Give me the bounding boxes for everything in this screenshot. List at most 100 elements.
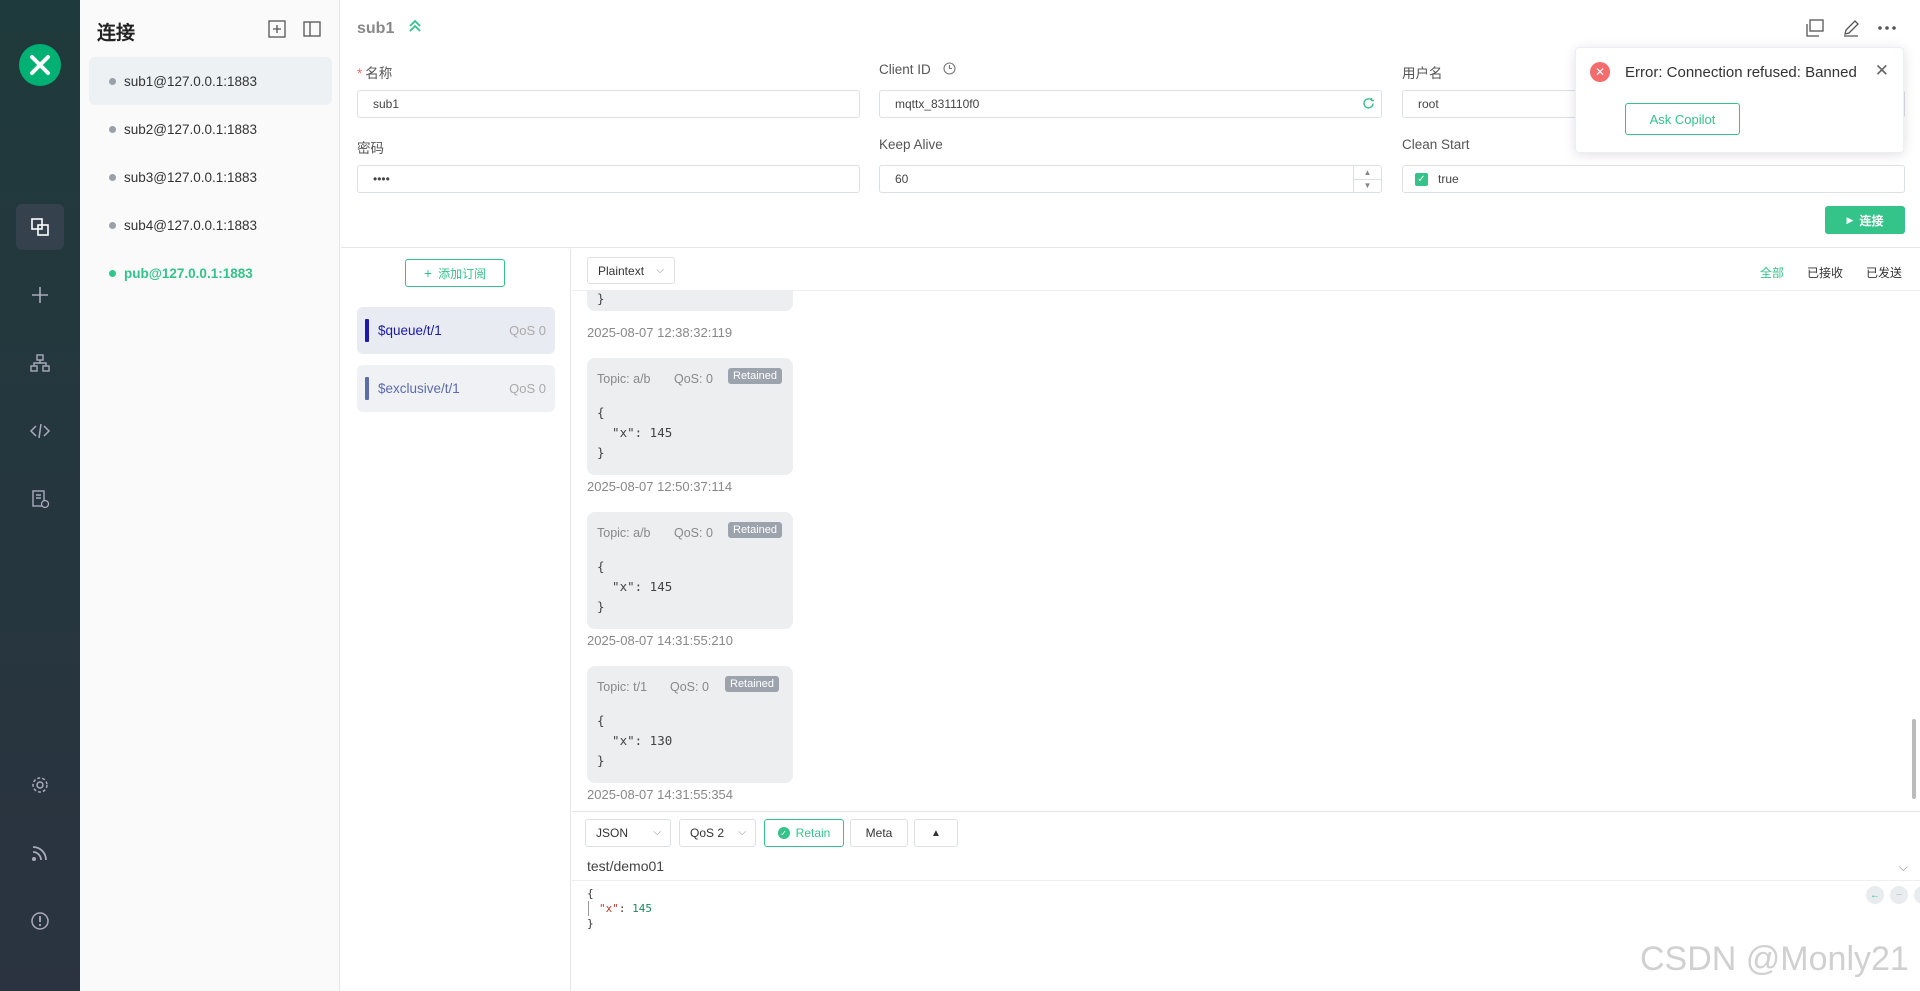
- publish-topic-input[interactable]: test/demo01: [587, 858, 664, 874]
- connections-icon[interactable]: [16, 204, 64, 250]
- retained-badge: Retained: [728, 522, 783, 538]
- keep-alive-field[interactable]: 60 ▲ ▼: [879, 165, 1382, 193]
- subscription-color-bar: [365, 319, 369, 342]
- meta-button[interactable]: Meta: [850, 819, 908, 847]
- expand-up-button[interactable]: ▲: [914, 819, 958, 847]
- message-bubble: Topic: a/b QoS: 0 Retained { "x": 145 }: [587, 358, 793, 475]
- connect-button[interactable]: ▶ 连接: [1825, 206, 1905, 234]
- more-options-icon[interactable]: [1877, 19, 1897, 40]
- connection-list-panel: 连接 sub1@127.0.0.1:1883 sub2@127.0.0.1:18…: [80, 0, 340, 991]
- history-reset-icon[interactable]: −: [1890, 886, 1908, 904]
- increment-icon[interactable]: ▲: [1354, 166, 1381, 180]
- message-list-panel: Plaintext ⌵ 全部 已接收 已发送 } 2025-08-07 12:38…: [572, 249, 1920, 811]
- clean-start-value: true: [1438, 172, 1459, 186]
- retained-badge: Retained: [728, 368, 783, 384]
- connection-list-title: 连接: [97, 23, 136, 44]
- message-topic: Topic: a/b: [597, 526, 651, 540]
- subscription-qos: QoS 0: [509, 381, 546, 396]
- message-timestamp: 2025-08-07 14:31:55:210: [587, 633, 734, 648]
- message-payload: { "x": 130 }: [597, 713, 673, 768]
- message-topic: Topic: a/b: [597, 372, 651, 386]
- toggle-sidebar-icon[interactable]: [303, 20, 321, 41]
- connection-item-sub1[interactable]: sub1@127.0.0.1:1883: [89, 57, 332, 105]
- topology-icon[interactable]: [16, 340, 64, 386]
- connection-item-pub[interactable]: pub@127.0.0.1:1883: [89, 249, 332, 297]
- decrement-icon[interactable]: ▼: [1354, 180, 1381, 193]
- add-subscription-button[interactable]: + 添加订阅: [405, 259, 505, 287]
- error-message: Error: Connection refused: Banned: [1625, 64, 1857, 81]
- connection-item-sub4[interactable]: sub4@127.0.0.1:1883: [89, 201, 332, 249]
- status-dot: [109, 77, 116, 85]
- subscription-item[interactable]: $queue/t/1 QoS 0: [357, 307, 555, 354]
- message-timestamp: 2025-08-07 14:31:55:354: [587, 787, 734, 802]
- filter-received[interactable]: 已接收: [1807, 264, 1843, 281]
- close-icon[interactable]: ✕: [1875, 61, 1889, 81]
- chevron-down-icon: ⌵: [656, 265, 664, 276]
- payload-format-select[interactable]: JSON ⌵: [585, 819, 671, 847]
- status-dot: [109, 269, 116, 277]
- name-label-text: 名称: [365, 66, 393, 81]
- about-info-icon[interactable]: [16, 898, 64, 944]
- message-bubble: Topic: t/1 QoS: 0 Retained { "x": 130 }: [587, 666, 793, 783]
- clock-icon[interactable]: [942, 62, 956, 78]
- client-id-label-text: Client ID: [879, 62, 931, 77]
- script-code-icon[interactable]: [16, 408, 64, 454]
- password-field[interactable]: ••••: [357, 165, 860, 193]
- settings-gear-icon[interactable]: [16, 762, 64, 808]
- clean-start-label: Clean Start: [1402, 137, 1470, 152]
- history-forward-icon[interactable]: →: [1914, 886, 1920, 904]
- new-connection-icon[interactable]: [16, 272, 64, 318]
- payload-format-value: JSON: [596, 826, 629, 840]
- connect-button-label: 连接: [1859, 213, 1884, 228]
- payload-line: }: [587, 916, 652, 931]
- username-value: root: [1418, 97, 1439, 111]
- message-qos: QoS: 0: [674, 526, 713, 540]
- password-label: 密码: [357, 141, 384, 156]
- subscription-item[interactable]: $exclusive/t/1 QoS 0: [357, 365, 555, 412]
- message-scrollbar[interactable]: [1912, 719, 1916, 799]
- clean-start-field[interactable]: ✓ true: [1402, 165, 1905, 193]
- payload-close: }: [587, 917, 594, 930]
- publish-qos-select[interactable]: QoS 2 ⌵: [679, 819, 756, 847]
- name-label: * 名称: [357, 62, 392, 82]
- add-connection-icon[interactable]: [268, 20, 286, 41]
- payload-sep: :: [618, 902, 633, 915]
- connection-item-sub2[interactable]: sub2@127.0.0.1:1883: [89, 105, 332, 153]
- connection-item-sub3[interactable]: sub3@127.0.0.1:1883: [89, 153, 332, 201]
- new-window-icon[interactable]: [1806, 19, 1824, 40]
- payload-key: "x": [599, 902, 619, 915]
- payload-line: "x": 145: [588, 901, 652, 916]
- payload-open: {: [587, 887, 594, 900]
- subscription-topic: $queue/t/1: [378, 323, 442, 338]
- refresh-icon[interactable]: [1362, 97, 1375, 113]
- subscription-qos: QoS 0: [509, 323, 546, 338]
- history-back-icon[interactable]: ←: [1866, 886, 1884, 904]
- filter-all[interactable]: 全部: [1760, 264, 1784, 281]
- status-dot: [109, 173, 116, 181]
- chevron-down-icon: ⌵: [653, 827, 661, 838]
- plus-icon: +: [423, 265, 433, 281]
- caret-up-icon: ▲: [931, 827, 941, 839]
- subscriptions-panel: + 添加订阅 $queue/t/1 QoS 0 $exclusive/t/1 Qo…: [341, 249, 571, 991]
- keep-alive-stepper[interactable]: ▲ ▼: [1353, 166, 1381, 192]
- clean-start-checkbox[interactable]: ✓: [1415, 172, 1428, 186]
- rss-feed-icon[interactable]: [16, 830, 64, 876]
- edit-icon[interactable]: [1842, 19, 1860, 40]
- retain-toggle[interactable]: ✓ Retain: [764, 819, 844, 847]
- error-icon: ✕: [1590, 62, 1610, 82]
- filter-sent[interactable]: 已发送: [1866, 264, 1902, 281]
- username-label: 用户名: [1402, 66, 1443, 81]
- password-value: ••••: [373, 172, 390, 186]
- collapse-chevron-icon[interactable]: [407, 18, 423, 37]
- client-id-field[interactable]: mqttx_831110f0: [879, 90, 1382, 118]
- retain-label: Retain: [795, 826, 831, 840]
- publish-payload-editor[interactable]: { "x": 145 }: [587, 886, 652, 931]
- message-topic: Topic: t/1: [597, 680, 648, 694]
- log-icon[interactable]: [16, 476, 64, 522]
- topic-history-chevron-icon[interactable]: ⌵: [1899, 860, 1908, 875]
- required-marker: *: [357, 66, 363, 81]
- message-format-select[interactable]: Plaintext ⌵: [587, 257, 675, 284]
- ask-copilot-button[interactable]: Ask Copilot: [1625, 103, 1740, 135]
- name-field[interactable]: sub1: [357, 90, 860, 118]
- message-toolbar: Plaintext ⌵ 全部 已接收 已发送: [572, 249, 1920, 291]
